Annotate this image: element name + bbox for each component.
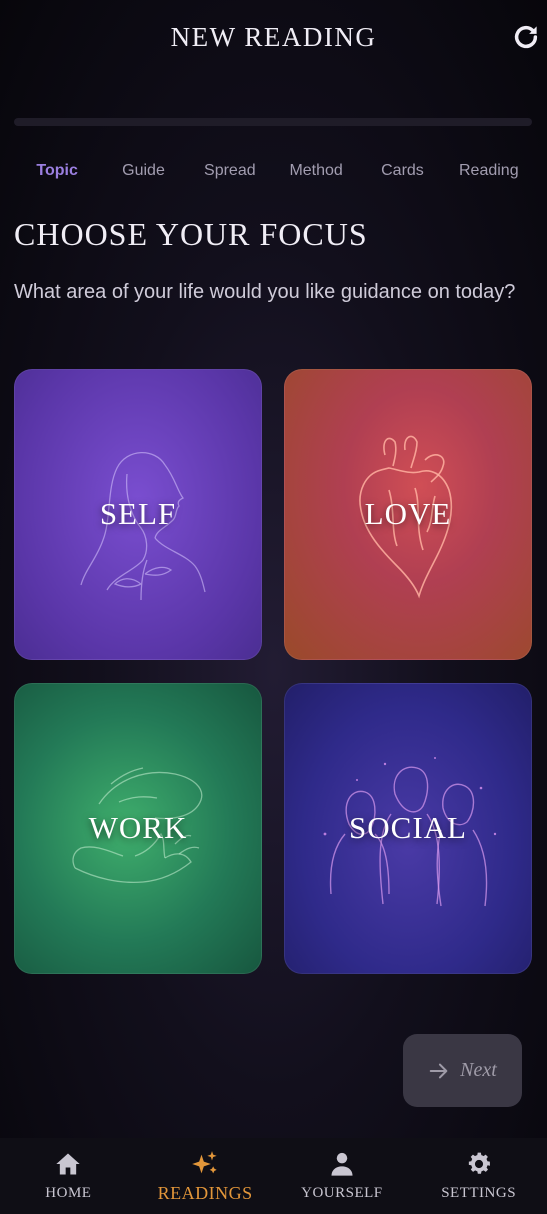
bottom-nav: HOME READINGS YOURSELF SETTINGS — [0, 1138, 547, 1214]
sparkles-icon — [192, 1151, 217, 1174]
tab-spread[interactable]: Spread — [187, 162, 273, 184]
refresh-button[interactable] — [511, 22, 541, 52]
tab-method[interactable]: Method — [273, 162, 359, 184]
nav-label-yourself: YOURSELF — [301, 1185, 383, 1201]
tab-reading[interactable]: Reading — [446, 162, 532, 184]
nav-label-readings: READINGS — [157, 1183, 253, 1203]
person-icon — [331, 1152, 353, 1176]
nav-item-yourself[interactable]: YOURSELF — [274, 1138, 411, 1214]
section-subtitle: What area of your life would you like gu… — [14, 281, 516, 303]
next-button[interactable]: Next — [403, 1034, 522, 1107]
refresh-icon — [514, 25, 538, 49]
gear-icon — [468, 1152, 490, 1174]
progress-bar — [14, 118, 532, 126]
nav-item-settings[interactable]: SETTINGS — [410, 1138, 547, 1214]
nav-item-home[interactable]: HOME — [0, 1138, 137, 1214]
header: NEW READING — [0, 0, 547, 78]
page-title: NEW READING — [170, 22, 377, 52]
focus-card-love[interactable]: LOVE — [284, 369, 532, 660]
next-label: Next — [460, 1059, 497, 1081]
arrow-right-icon — [429, 1063, 448, 1078]
tab-guide[interactable]: Guide — [100, 162, 186, 184]
card-label-work: WORK — [88, 810, 188, 845]
focus-card-self[interactable]: SELF — [14, 369, 262, 660]
card-label-social: SOCIAL — [349, 810, 467, 845]
tab-cards[interactable]: Cards — [359, 162, 445, 184]
nav-item-readings[interactable]: READINGS — [137, 1138, 274, 1214]
focus-card-work[interactable]: WORK — [14, 683, 262, 974]
focus-card-social[interactable]: SOCIAL — [284, 683, 532, 974]
nav-label-home: HOME — [45, 1185, 92, 1201]
card-label-self: SELF — [99, 496, 177, 531]
step-tabs: Topic Guide Spread Method Cards Reading — [14, 162, 532, 184]
card-label-love: LOVE — [364, 496, 452, 531]
home-icon — [56, 1153, 81, 1175]
tab-topic[interactable]: Topic — [14, 162, 100, 184]
section-title: CHOOSE YOUR FOCUS — [14, 216, 368, 252]
nav-label-settings: SETTINGS — [441, 1185, 517, 1201]
